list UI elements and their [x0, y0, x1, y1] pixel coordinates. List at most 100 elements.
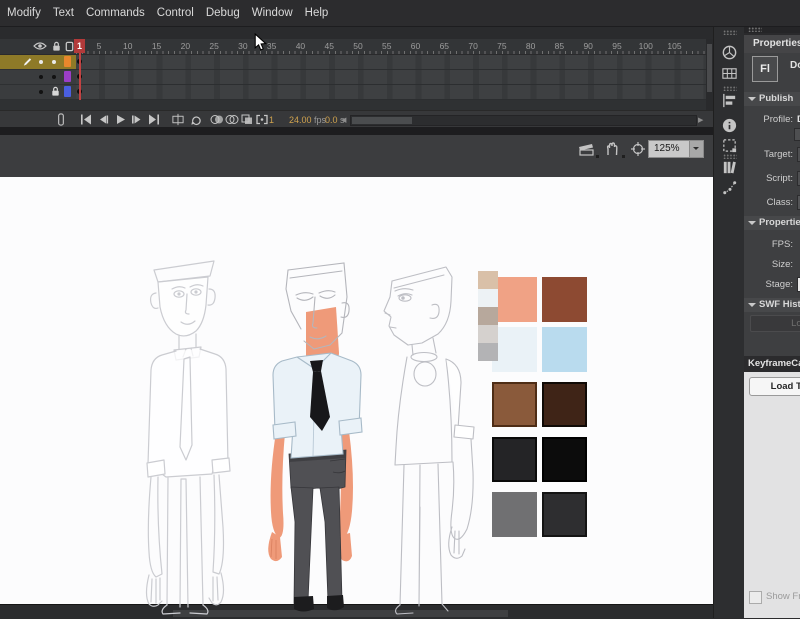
go-to-first-frame-button[interactable] — [79, 113, 93, 126]
onion-skin-button[interactable] — [210, 113, 224, 126]
timeline-layer-row[interactable] — [0, 70, 713, 85]
center-stage-icon[interactable] — [630, 141, 646, 157]
properties-section-header[interactable]: Properties — [744, 216, 800, 230]
layer-visibility-dot[interactable] — [39, 60, 43, 64]
tab-keyframe-caddy[interactable]: KeyframeCaddy — [744, 356, 800, 372]
loop-playback-button[interactable] — [189, 113, 203, 126]
publish-settings-button[interactable] — [794, 128, 800, 141]
layer-frames[interactable] — [76, 85, 706, 100]
menu-item-commands[interactable]: Commands — [80, 0, 151, 26]
layer-frames[interactable] — [76, 55, 706, 70]
palette-swatch[interactable] — [542, 437, 587, 482]
load-thumbnails-button[interactable]: Load Thumbnails — [749, 377, 800, 396]
timeline-controls-bar: 1 24.00 fps 0.0 s ◀ ▶ — [0, 110, 713, 128]
palette-side-chip[interactable] — [478, 271, 498, 289]
palette-swatch[interactable] — [542, 327, 587, 372]
layer-lock-dot[interactable] — [52, 60, 56, 64]
publish-section-header[interactable]: Publish — [744, 92, 800, 106]
swf-history-section-header[interactable]: SWF History — [744, 298, 800, 312]
fps-label: FPS: — [744, 239, 793, 250]
layer-lock-dot[interactable] — [52, 75, 56, 79]
stage-label: Stage: — [744, 279, 793, 290]
edit-symbol-dropdown[interactable] — [622, 155, 625, 158]
scrollbar-thumb[interactable] — [707, 44, 712, 92]
go-to-last-frame-button[interactable] — [147, 113, 161, 126]
timeline-layer-row[interactable] — [0, 55, 713, 70]
edit-scene-icon[interactable] — [577, 141, 595, 157]
current-frame-readout[interactable]: 1 — [269, 115, 274, 125]
palette-side-chip[interactable] — [478, 289, 498, 307]
align-icon[interactable] — [721, 92, 738, 114]
zoom-dropdown-arrow-icon[interactable] — [689, 141, 703, 157]
scrollbar-thumb[interactable] — [352, 117, 412, 124]
dock-grip[interactable] — [723, 86, 737, 91]
zoom-level-value[interactable]: 125% — [649, 141, 689, 157]
palette-swatch[interactable] — [492, 382, 537, 427]
hscroll-right-arrow[interactable]: ▶ — [698, 116, 703, 124]
zoom-level-dropdown[interactable]: 125% — [648, 140, 704, 158]
menu-item-window[interactable]: Window — [246, 0, 299, 26]
layer-controls[interactable] — [0, 55, 76, 70]
layer-lock-icon[interactable] — [50, 86, 61, 97]
frame-rate-readout[interactable]: 24.00 fps — [289, 115, 326, 125]
hscroll-left-arrow[interactable]: ◀ — [341, 116, 346, 124]
palette-side-chip[interactable] — [478, 325, 498, 343]
palette-swatch[interactable] — [542, 277, 587, 322]
onion-marker-icon[interactable] — [57, 113, 65, 126]
layer-frames[interactable] — [76, 70, 706, 85]
pasteboard-bottom — [0, 604, 713, 619]
menu-item-control[interactable]: Control — [151, 0, 200, 26]
swf-history-log-button[interactable]: Log — [750, 315, 800, 332]
mouse-cursor — [254, 33, 267, 52]
target-label: Target: — [744, 149, 793, 160]
palette-side-chip[interactable] — [478, 343, 498, 361]
library-icon[interactable] — [721, 159, 738, 181]
menu-item-help[interactable]: Help — [299, 0, 335, 26]
center-frame-button[interactable] — [171, 113, 185, 126]
layer-controls[interactable] — [0, 85, 76, 100]
dock-grip[interactable] — [723, 30, 737, 35]
menu-item-modify[interactable]: Modify — [1, 0, 47, 26]
show-frames-checkbox[interactable] — [749, 591, 762, 604]
keyframe-caddy-panel: Load Thumbnails Show Frames — [744, 372, 800, 618]
modify-markers-button[interactable] — [255, 113, 269, 126]
panel-header-strip — [744, 26, 800, 33]
tab-properties[interactable]: Properties — [744, 35, 800, 53]
color-icon[interactable] — [721, 44, 738, 66]
play-button[interactable] — [113, 113, 127, 126]
swatches-icon[interactable] — [721, 65, 738, 87]
panel-grip[interactable] — [748, 27, 762, 32]
step-back-button[interactable] — [96, 113, 110, 126]
palette-side-chip[interactable] — [478, 307, 498, 325]
menu-item-debug[interactable]: Debug — [200, 0, 246, 26]
palette-swatch[interactable] — [492, 277, 537, 322]
properties-panel: Properties Fl Document Publish Profile: … — [744, 26, 800, 618]
timeline-horizontal-scrollbar[interactable] — [350, 115, 697, 126]
motion-presets-icon[interactable] — [721, 179, 738, 201]
edit-symbol-icon[interactable] — [604, 141, 620, 157]
edit-scene-dropdown[interactable] — [596, 155, 599, 158]
stage-canvas[interactable] — [0, 177, 713, 604]
timeline-panel: 5101520253035404550556065707580859095100… — [0, 26, 713, 135]
onion-skin-outlines-button[interactable] — [225, 113, 239, 126]
menu-item-text[interactable]: Text — [47, 0, 80, 26]
layer-outline-color-swatch[interactable] — [64, 56, 71, 67]
layer-outline-color-swatch[interactable] — [64, 71, 71, 82]
playhead-frame-indicator[interactable]: 1 — [74, 39, 85, 53]
layer-visibility-dot[interactable] — [39, 90, 43, 94]
info-icon[interactable] — [721, 117, 738, 139]
palette-swatch[interactable] — [492, 492, 537, 537]
layer-outline-color-swatch[interactable] — [64, 86, 71, 97]
palette-swatch[interactable] — [492, 437, 537, 482]
edit-multiple-frames-button[interactable] — [240, 113, 254, 126]
palette-swatch[interactable] — [542, 492, 587, 537]
timeline-layer-row[interactable] — [0, 85, 713, 100]
palette-swatch[interactable] — [492, 327, 537, 372]
step-forward-button[interactable] — [130, 113, 144, 126]
layer-controls[interactable] — [0, 70, 76, 85]
palette-swatch[interactable] — [542, 382, 587, 427]
layer-visibility-dot[interactable] — [39, 75, 43, 79]
stage-hscrollbar-thumb[interactable] — [173, 610, 508, 617]
document-type-label: Document — [790, 60, 800, 71]
dock-grip[interactable] — [723, 154, 737, 159]
